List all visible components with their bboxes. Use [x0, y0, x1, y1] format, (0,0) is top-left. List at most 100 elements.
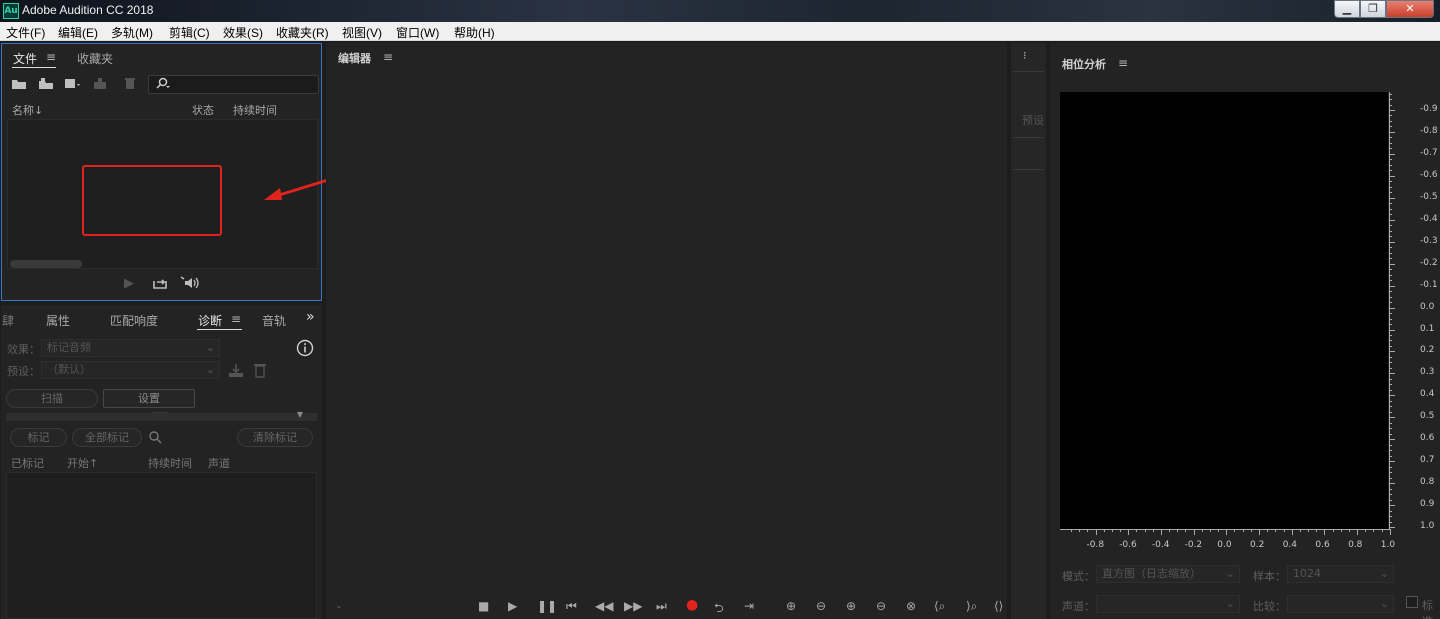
y-minor-tick [1389, 280, 1392, 282]
save-preset-icon[interactable] [228, 362, 244, 381]
x-tick-label: 0.2 [1250, 540, 1265, 550]
y-minor-tick [1389, 236, 1392, 238]
loop-icon[interactable]: ⮌ [714, 599, 724, 619]
pause-icon[interactable]: ❚❚ [537, 599, 557, 613]
marker-list[interactable] [6, 472, 317, 619]
menu-multitrack[interactable]: 多轨(M) [111, 24, 153, 41]
menu-favorites[interactable]: 收藏夹(R) [276, 24, 329, 41]
menu-window[interactable]: 窗口(W) [396, 24, 439, 41]
maximize-button[interactable]: ❐ [1360, 0, 1386, 18]
phase-analysis-panel: 相位分析 ≡ 模式： 直方图（日志缩放） ⌄ 样本： 1024 ⌄ 声道： ⌄ 比较… [1050, 43, 1440, 619]
column-channel[interactable]: 声道 [208, 455, 230, 471]
zoom-icon[interactable] [148, 430, 162, 447]
channel-dropdown[interactable]: ⌄ [1096, 595, 1240, 613]
fast-forward-icon[interactable]: ▶▶ [624, 599, 642, 613]
y-minor-tick [1389, 340, 1392, 342]
new-file-icon[interactable] [64, 77, 82, 94]
collapse-divider[interactable]: ⋯⋯ ▼ [6, 408, 317, 421]
horizontal-scrollbar[interactable] [10, 260, 82, 268]
x-tick-label: -0.2 [1184, 540, 1203, 550]
close-button[interactable]: ✕ [1386, 0, 1434, 18]
y-tick-label: -0.8 [1420, 125, 1438, 136]
info-icon[interactable] [296, 339, 314, 360]
y-minor-tick [1389, 148, 1392, 150]
zoom-full-icon[interactable]: ⊗ [906, 599, 916, 613]
x-tick-label: 0.0 [1217, 540, 1232, 550]
scan-button[interactable]: 扫描 [6, 389, 98, 408]
phase-menu-icon[interactable]: ≡ [1118, 56, 1128, 70]
y-tick-mark [1389, 285, 1395, 287]
tab-favorites[interactable]: 收藏夹 [77, 50, 113, 67]
standard-checkbox[interactable] [1406, 596, 1418, 608]
import-icon[interactable] [37, 77, 55, 94]
settings-button[interactable]: 设置 [103, 389, 195, 408]
column-status[interactable]: 状态 [192, 102, 214, 118]
panel-menu-icon[interactable]: ⁝ [1023, 49, 1027, 62]
compare-dropdown[interactable]: ⌄ [1287, 595, 1394, 613]
tab-cutoff[interactable]: 肆 [2, 312, 14, 329]
y-tick-label: 0.4 [1420, 389, 1435, 400]
record-icon[interactable]: ● [686, 597, 698, 613]
y-minor-tick [1389, 334, 1392, 336]
zoom-out-point-icon[interactable]: ⟩⌕ [966, 599, 977, 614]
menu-view[interactable]: 视图(V) [342, 24, 382, 41]
column-marked[interactable]: 已标记 [11, 455, 44, 471]
y-tick-mark [1389, 417, 1395, 419]
menu-effects[interactable]: 效果(S) [223, 24, 263, 41]
search-input[interactable] [148, 75, 319, 94]
skip-to-start-icon[interactable]: ⏮ [566, 599, 577, 614]
column-start[interactable]: 开始↑ [67, 455, 98, 471]
mark-button[interactable]: 标记 [10, 428, 67, 447]
presets-tab[interactable]: 预设 [1022, 112, 1044, 128]
clear-marks-button[interactable]: 清除标记 [237, 428, 313, 447]
active-tab-underline [197, 329, 242, 330]
delete-icon[interactable] [124, 77, 136, 94]
minimize-button[interactable]: ▁ [1334, 0, 1360, 18]
y-minor-tick [1389, 324, 1392, 325]
menu-clip[interactable]: 剪辑(C) [169, 24, 210, 41]
tab-files[interactable]: 文件 [13, 50, 37, 67]
y-tick-label: -0.9 [1420, 104, 1438, 114]
mode-dropdown[interactable]: 直方图（日志缩放） ⌄ [1096, 565, 1240, 583]
column-name[interactable]: 名称↓ [12, 102, 43, 118]
y-minor-tick [1389, 142, 1392, 144]
play-icon[interactable]: ▶ [508, 599, 517, 613]
zoom-in-amplitude-icon[interactable]: ⊕ [786, 599, 796, 613]
skip-to-end-icon[interactable]: ⏭ [656, 599, 667, 614]
editor-menu-icon[interactable]: ≡ [383, 50, 393, 64]
menu-edit[interactable]: 编辑(E) [58, 24, 98, 41]
zoom-selection-icon[interactable]: ⟨⟩ [994, 599, 1003, 613]
tab-properties[interactable]: 属性 [46, 312, 70, 329]
play-icon[interactable]: ▶ [124, 276, 134, 291]
x-tick-mark [1095, 529, 1097, 535]
tab-match-loudness[interactable]: 匹配响度 [110, 312, 158, 329]
samples-dropdown[interactable]: 1024 ⌄ [1287, 565, 1394, 583]
delete-preset-icon[interactable] [253, 362, 267, 381]
loop-icon[interactable] [152, 276, 168, 294]
zoom-in-time-icon[interactable]: ⊕ [846, 599, 856, 613]
effect-dropdown[interactable]: 标记音频 ⌄ [41, 339, 220, 357]
insert-icon[interactable] [92, 77, 112, 94]
tab-diagnostics[interactable]: 诊断 [198, 312, 222, 329]
mark-all-button[interactable]: 全部标记 [72, 428, 142, 447]
column-duration[interactable]: 持续时间 [148, 455, 192, 471]
rewind-icon[interactable]: ◀◀ [595, 599, 613, 613]
y-minor-tick [1389, 444, 1392, 446]
stop-icon[interactable]: ■ [478, 599, 489, 613]
zoom-in-point-icon[interactable]: ⟨⌕ [934, 599, 945, 614]
column-duration[interactable]: 持续时间 [233, 102, 277, 118]
autoplay-speaker-icon[interactable] [180, 276, 202, 294]
divider [1013, 169, 1044, 170]
preset-dropdown[interactable]: （默认） ⌄ [41, 361, 220, 379]
open-folder-icon[interactable] [11, 77, 27, 94]
skip-selection-icon[interactable]: ⇥ [744, 599, 754, 613]
menu-file[interactable]: 文件(F) [6, 24, 45, 41]
zoom-out-time-icon[interactable]: ⊖ [876, 599, 886, 613]
overflow-tabs-button[interactable]: » [306, 309, 315, 325]
files-panel-menu-icon[interactable]: ≡ [46, 50, 56, 64]
zoom-out-amplitude-icon[interactable]: ⊖ [816, 599, 826, 613]
diagnostics-menu-icon[interactable]: ≡ [231, 312, 241, 326]
y-minor-tick [1389, 186, 1392, 188]
tab-tracks[interactable]: 音轨 [262, 312, 286, 329]
menu-help[interactable]: 帮助(H) [454, 24, 495, 41]
